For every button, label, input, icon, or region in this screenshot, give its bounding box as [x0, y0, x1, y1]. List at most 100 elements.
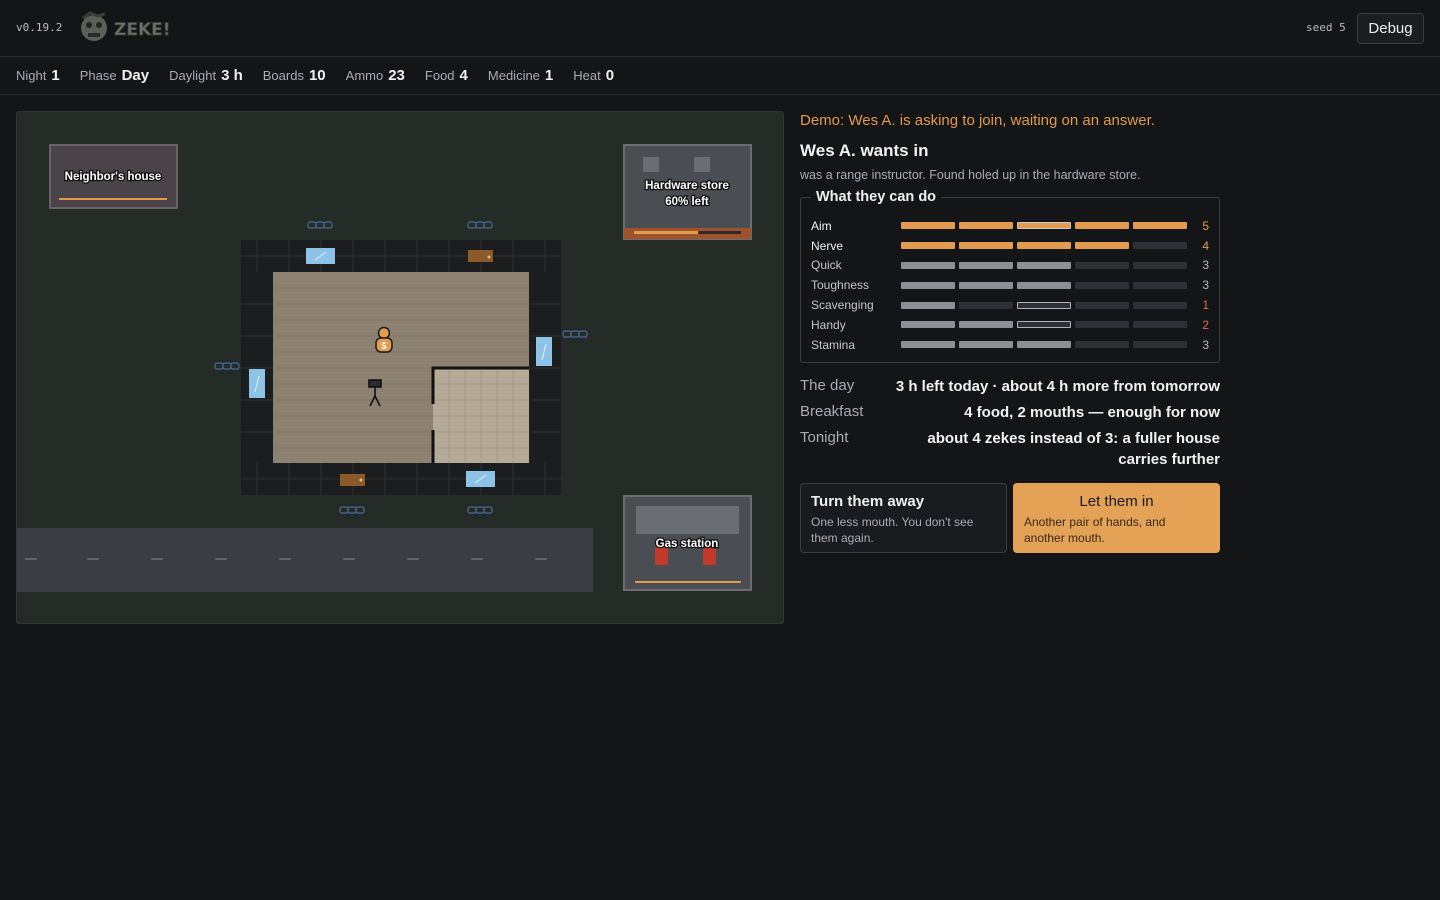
stat-value: 1	[51, 67, 60, 84]
skill-value: 1	[1202, 298, 1209, 313]
stat-label: Medicine	[487, 68, 540, 83]
skill-bar-segment	[1075, 341, 1129, 349]
skill-row: Aim 5	[811, 216, 1209, 236]
skill-row: Handy 2	[811, 315, 1209, 335]
top-bar: v0.19.2 ZEKE! seed 5 Debug	[0, 0, 1440, 57]
skill-value: 5	[1202, 218, 1209, 233]
window[interactable]	[536, 337, 552, 366]
skill-name: Quick	[811, 258, 842, 273]
game-map[interactable]: Neighbor's house Hardware store 60% left…	[16, 111, 784, 624]
skill-bar-segment	[959, 261, 1013, 269]
skill-bar-segment	[901, 281, 955, 289]
demo-status-line: Demo: Wes A. is asking to join, waiting …	[800, 112, 1155, 129]
door[interactable]	[340, 474, 365, 486]
recruit-panel: Demo: Wes A. is asking to join, waiting …	[800, 111, 1220, 553]
skill-name: Scavenging	[811, 298, 874, 313]
stat-value: 0	[605, 67, 615, 84]
debug-button[interactable]: Debug	[1357, 13, 1424, 44]
skill-bar-segment	[1133, 281, 1187, 289]
skill-bar-segment	[901, 222, 955, 230]
skill-bar-segment	[1017, 341, 1071, 349]
stat-value: 10	[308, 67, 326, 84]
hardware-store[interactable]: Hardware store 60% left	[623, 144, 752, 240]
survivor-badge: S	[381, 342, 387, 352]
skill-value: 3	[1202, 337, 1209, 352]
gas-station-label: Gas station	[656, 538, 719, 550]
gas-station[interactable]: Gas station	[623, 495, 752, 591]
skill-bar-segment	[959, 222, 1013, 230]
skill-value: 2	[1202, 317, 1209, 332]
skill-name: Toughness	[811, 278, 870, 293]
skill-bar-segment	[901, 321, 955, 329]
zombie-head-icon	[81, 11, 107, 41]
stat-value: 1	[544, 67, 554, 84]
skill-bar-segment	[901, 301, 955, 309]
survivor-token[interactable]: S	[375, 326, 393, 353]
skill-bar-track	[901, 261, 1187, 269]
skill-bar-segment	[1133, 341, 1187, 349]
skill-bar-segment	[1075, 261, 1129, 269]
skill-bar-segment	[959, 301, 1013, 309]
neighbor-house[interactable]: Neighbor's house	[49, 144, 178, 209]
skill-bar-segment	[1133, 301, 1187, 309]
window[interactable]	[249, 369, 265, 398]
info-row-tonight: Tonight about 4 zekes instead of 3: a fu…	[800, 428, 1220, 470]
hardware-store-remaining-fill	[634, 231, 699, 234]
info-key: Tonight	[800, 429, 849, 446]
let-them-in-button[interactable]: Let them in Another pair of hands, and a…	[1013, 483, 1220, 553]
skill-bar-segment	[1075, 222, 1129, 230]
skill-bar-segment	[959, 242, 1013, 250]
skill-bar-segment	[1133, 261, 1187, 269]
skill-bar-segment	[1017, 321, 1071, 329]
skill-name: Aim	[811, 218, 832, 233]
stats-bar: Night 1 Phase Day Daylight 3 h Boards 10 Amm…	[0, 57, 1440, 95]
skill-bar-segment	[1017, 281, 1071, 289]
stat-phase: Phase Day	[80, 67, 149, 84]
window[interactable]	[466, 471, 495, 487]
info-key: Breakfast	[800, 403, 864, 420]
stat-food: Food 4	[425, 67, 468, 84]
skill-bar-segment	[1075, 301, 1129, 309]
skill-value: 3	[1202, 258, 1209, 273]
info-key: The day	[800, 377, 855, 394]
skill-bar-segment	[1017, 242, 1071, 250]
stat-label: Boards	[262, 68, 304, 83]
skill-bar-segment	[1075, 321, 1129, 329]
skill-bar-segment	[1075, 242, 1129, 250]
skill-bar-segment	[1017, 301, 1071, 309]
skill-row: Stamina 3	[811, 335, 1209, 355]
info-row-breakfast: Breakfast 4 food, 2 mouths — enough for …	[800, 402, 1220, 423]
stat-label: Night	[16, 68, 47, 83]
door[interactable]	[468, 250, 493, 262]
stat-daylight: Daylight 3 h	[169, 67, 243, 84]
version-label: v0.19.2	[16, 21, 63, 34]
skill-bar-segment	[1133, 242, 1187, 250]
skill-bar-track	[901, 222, 1187, 230]
skill-row: Toughness 3	[811, 275, 1209, 295]
skill-bar-track	[901, 321, 1187, 329]
skill-bar-track	[901, 341, 1187, 349]
skills-title: What they can do	[811, 189, 942, 205]
stat-night: Night 1	[16, 67, 60, 84]
choice-title: Turn them away	[811, 493, 925, 510]
stat-boards: Boards 10	[263, 67, 326, 84]
stat-label: Ammo	[345, 68, 384, 83]
window[interactable]	[306, 248, 335, 264]
skill-value: 4	[1202, 238, 1209, 253]
skill-bar-segment	[959, 321, 1013, 329]
hardware-store-remaining-label: 60% left	[665, 196, 709, 208]
turn-them-away-button[interactable]: Turn them away One less mouth. You don't…	[800, 483, 1007, 553]
skill-bar-segment	[1133, 222, 1187, 230]
skill-bar-segment	[959, 341, 1013, 349]
skill-bar-segment	[901, 242, 955, 250]
skill-bar-segment	[901, 261, 955, 269]
skill-row: Scavenging 1	[811, 295, 1209, 315]
skill-bar-track	[901, 301, 1187, 309]
skill-bar-segment	[1017, 222, 1071, 230]
skill-value: 3	[1202, 278, 1209, 293]
seed-label: seed 5	[1306, 21, 1346, 34]
skill-row: Quick 3	[811, 256, 1209, 276]
stat-ammo: Ammo 23	[346, 67, 405, 84]
game-logo: ZEKE!	[78, 10, 174, 46]
player-house[interactable]	[241, 240, 561, 495]
